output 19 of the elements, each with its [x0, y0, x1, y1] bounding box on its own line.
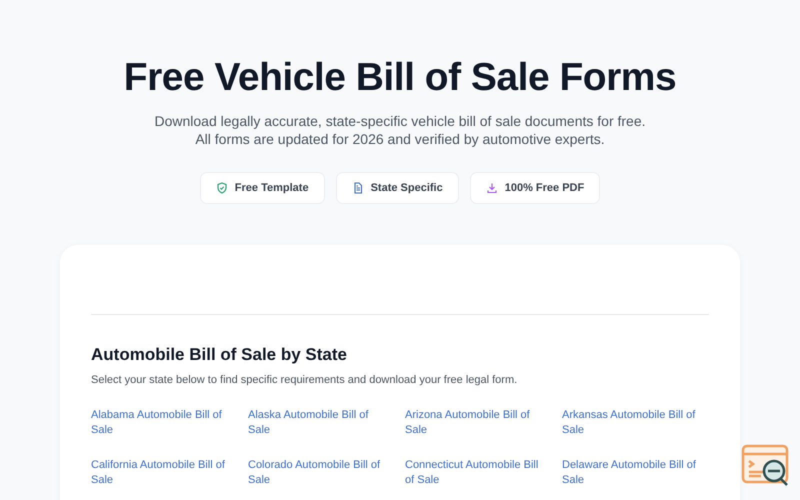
subtitle-text: All forms are updated for 2026 and verified by automotive experts.: [194, 130, 606, 148]
state-link[interactable]: Connecticut Automobile Bill of Sale: [405, 458, 545, 488]
document-icon: [352, 182, 364, 194]
state-link[interactable]: Colorado Automobile Bill of Sale: [248, 458, 388, 488]
badge-label: State Specific: [370, 182, 443, 194]
page-title: Free Vehicle Bill of Sale Forms: [124, 56, 676, 100]
badge-label: 100% Free PDF: [504, 182, 584, 194]
shield-icon: [216, 182, 228, 194]
state-link[interactable]: Arkansas Automobile Bill of Sale: [562, 408, 702, 438]
state-link[interactable]: Alabama Automobile Bill of Sale: [91, 408, 231, 438]
state-link[interactable]: Delaware Automobile Bill of Sale: [562, 458, 702, 488]
state-link[interactable]: Arizona Automobile Bill of Sale: [405, 408, 545, 438]
state-link[interactable]: California Automobile Bill of Sale: [91, 458, 231, 488]
badge-label: Free Template: [234, 182, 309, 194]
subtitle-text: Download legally accurate, state-specific vehicle bill of sale documents for free.: [154, 112, 646, 130]
download-icon: [486, 182, 498, 194]
state-link[interactable]: Alaska Automobile Bill of Sale: [248, 408, 388, 438]
section-description: Select your state below to find specific requirements and download your free legal form.: [91, 374, 518, 386]
section-title: Automobile Bill of Sale by State: [91, 345, 348, 365]
